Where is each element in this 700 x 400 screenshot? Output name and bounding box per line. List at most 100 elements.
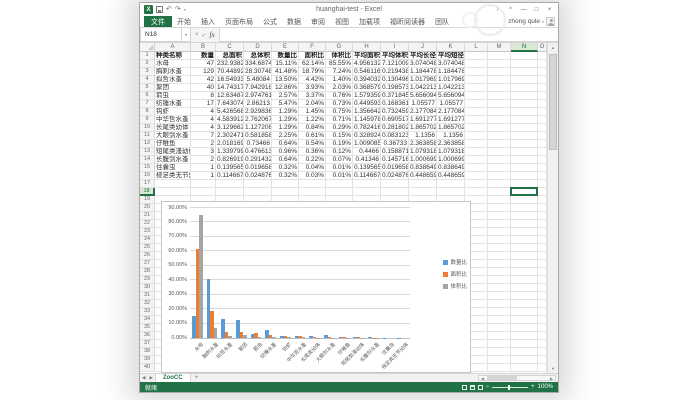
cell[interactable]: 0.64%: [272, 156, 299, 164]
cell[interactable]: [511, 236, 538, 244]
horizontal-scrollbar[interactable]: ◀ ▶: [478, 375, 556, 381]
cell[interactable]: [538, 228, 547, 236]
cell[interactable]: [299, 188, 326, 196]
cell[interactable]: 0.41346: [353, 156, 381, 164]
bar-体积比[interactable]: [228, 336, 232, 338]
cell[interactable]: [488, 148, 511, 156]
row-header-30[interactable]: 30: [140, 284, 155, 292]
cell[interactable]: [155, 188, 191, 196]
excel-logo-icon[interactable]: X: [144, 5, 153, 14]
row-header-3[interactable]: 3: [140, 68, 155, 76]
cell[interactable]: 平均面积: [353, 52, 381, 60]
view-page-break-icon[interactable]: [478, 385, 483, 390]
cell[interactable]: 2.86213: [244, 100, 272, 108]
cell[interactable]: 5.47%: [272, 100, 299, 108]
cell[interactable]: 0.75%: [326, 108, 353, 116]
row-header-40[interactable]: 40: [140, 364, 155, 372]
cell[interactable]: 2.57%: [272, 92, 299, 100]
cell[interactable]: 大眼剑水蚤: [155, 132, 191, 140]
cell[interactable]: [488, 100, 511, 108]
row-header-8[interactable]: 8: [140, 108, 155, 116]
sheet-tab-zoocc[interactable]: ZooCC: [155, 374, 191, 382]
cell[interactable]: [538, 108, 547, 116]
cell[interactable]: [538, 284, 547, 292]
cell[interactable]: [538, 204, 547, 212]
cell[interactable]: 0.838649: [437, 164, 465, 172]
maximize-button[interactable]: □: [530, 4, 543, 15]
cell[interactable]: [511, 292, 538, 300]
cell[interactable]: 平均短径: [437, 52, 465, 60]
cell[interactable]: 7.24%: [326, 68, 353, 76]
cell[interactable]: 4: [191, 108, 216, 116]
row-header-4[interactable]: 4: [140, 76, 155, 84]
cell[interactable]: [488, 68, 511, 76]
cell[interactable]: 0.024876: [244, 172, 272, 180]
row-header-36[interactable]: 36: [140, 332, 155, 340]
cell[interactable]: 总体积: [244, 52, 272, 60]
cell[interactable]: [465, 180, 488, 188]
cell[interactable]: [353, 180, 381, 188]
cell[interactable]: [488, 164, 511, 172]
cell[interactable]: 1.05577: [437, 100, 465, 108]
cell[interactable]: 2.762067: [244, 116, 272, 124]
cell[interactable]: 0.198573: [381, 84, 409, 92]
cell[interactable]: 短尾类溞幼体: [155, 148, 191, 156]
cell[interactable]: [538, 188, 547, 196]
row-header-27[interactable]: 27: [140, 260, 155, 268]
cell[interactable]: [488, 180, 511, 188]
cell[interactable]: [538, 332, 547, 340]
cell[interactable]: [511, 68, 538, 76]
cell[interactable]: [511, 244, 538, 252]
cell[interactable]: [465, 108, 488, 116]
cell[interactable]: [511, 212, 538, 220]
cell[interactable]: 7.942918: [244, 84, 272, 92]
avatar[interactable]: [546, 17, 555, 26]
cell[interactable]: 17: [191, 100, 216, 108]
bar-体积比[interactable]: [214, 328, 218, 338]
cell[interactable]: 12.86%: [272, 84, 299, 92]
cell[interactable]: 62.14%: [299, 60, 326, 68]
row-header-35[interactable]: 35: [140, 324, 155, 332]
cell[interactable]: [511, 156, 538, 164]
cell[interactable]: 1.017969: [409, 76, 437, 84]
cell[interactable]: 1.1356: [437, 132, 465, 140]
scroll-down-icon[interactable]: ▼: [548, 364, 558, 373]
cell[interactable]: [538, 52, 547, 60]
save-icon[interactable]: [156, 6, 163, 13]
cell[interactable]: 0.083123: [381, 132, 409, 140]
cell[interactable]: [488, 228, 511, 236]
cell[interactable]: [511, 124, 538, 132]
cell[interactable]: 1.579359: [353, 92, 381, 100]
cell[interactable]: 5.48084: [244, 76, 272, 84]
bar-体积比[interactable]: [243, 335, 247, 338]
cell[interactable]: [488, 196, 511, 204]
cell[interactable]: 0.32%: [272, 164, 299, 172]
cell[interactable]: [538, 348, 547, 356]
cell[interactable]: 0.281802: [381, 124, 409, 132]
row-header-29[interactable]: 29: [140, 276, 155, 284]
cell[interactable]: 1.184478: [437, 68, 465, 76]
add-sheet-button[interactable]: +: [191, 374, 203, 382]
close-button[interactable]: ×: [543, 4, 556, 15]
cell[interactable]: 3.37%: [299, 92, 326, 100]
cell[interactable]: [538, 236, 547, 244]
cell[interactable]: [488, 116, 511, 124]
cell[interactable]: [488, 132, 511, 140]
insert-function-icon[interactable]: fx: [210, 31, 215, 39]
cell[interactable]: 1.05577: [409, 100, 437, 108]
vertical-scroll-thumb[interactable]: [549, 54, 557, 150]
cell[interactable]: 0.07%: [326, 156, 353, 164]
cell[interactable]: 16.54933: [216, 76, 244, 84]
cell[interactable]: [511, 356, 538, 364]
cell[interactable]: [538, 252, 547, 260]
cell[interactable]: [511, 276, 538, 284]
bar-体积比[interactable]: [199, 215, 203, 338]
cell[interactable]: 2.974761: [244, 92, 272, 100]
ribbon-tab-3[interactable]: 公式: [258, 16, 282, 27]
cell[interactable]: [488, 52, 511, 60]
ribbon-tab-7[interactable]: 加载项: [354, 16, 385, 27]
cell[interactable]: 0.139565: [353, 164, 381, 172]
cell[interactable]: [511, 108, 538, 116]
cell[interactable]: 1.017969: [437, 76, 465, 84]
row-header-13[interactable]: 13: [140, 148, 155, 156]
